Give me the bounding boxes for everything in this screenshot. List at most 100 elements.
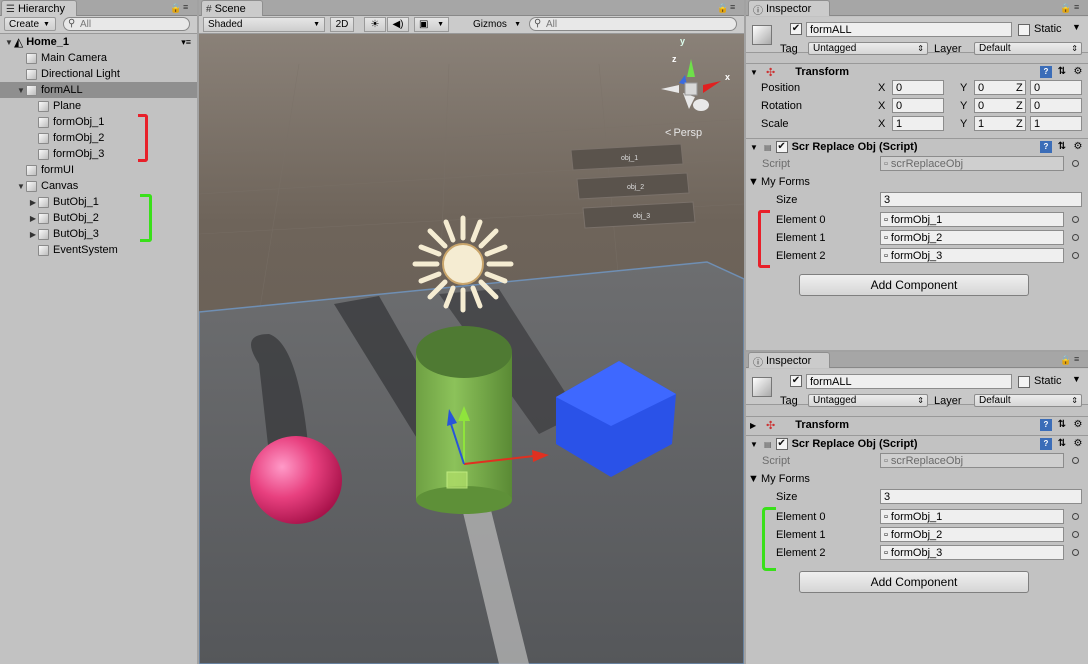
object-picker-icon[interactable] <box>1072 216 1079 223</box>
component-enabled-checkbox[interactable]: ✔ <box>775 438 788 450</box>
script-component-header[interactable]: ▼ ▤ ✔ Scr Replace Obj (Script) ? ⇅ ⚙ <box>746 138 1088 155</box>
preset-icon[interactable]: ⇅ <box>1056 66 1068 78</box>
transform-z-input[interactable]: 0 <box>1030 98 1082 113</box>
element-object-field[interactable]: ▫ formObj_2 <box>880 230 1064 245</box>
chevron-down-icon[interactable]: ▼ <box>1072 374 1081 384</box>
script-component-header[interactable]: ▼ ▤ ✔ Scr Replace Obj (Script) ? ⇅ ⚙ <box>746 435 1088 452</box>
expand-arrow-icon[interactable]: ▼ <box>750 143 760 152</box>
scene-viewport[interactable]: obj_1 obj_2 obj_3 y z x < Persp <box>199 34 744 664</box>
audio-toggle[interactable]: ◀) <box>387 17 409 32</box>
element-object-field[interactable]: ▫ formObj_1 <box>880 509 1064 524</box>
object-picker-icon[interactable] <box>1072 549 1079 556</box>
panel-menu-icon[interactable]: ≡ <box>183 2 188 12</box>
hierarchy-item[interactable]: ▶ ButObj_1 <box>0 194 197 210</box>
hierarchy-item[interactable]: ▶ ButObj_3 <box>0 226 197 242</box>
expand-arrow-icon[interactable]: ▼ <box>748 473 759 485</box>
preset-icon[interactable]: ⇅ <box>1056 438 1068 450</box>
add-component-button[interactable]: Add Component <box>799 274 1029 296</box>
object-picker-icon[interactable] <box>1072 160 1079 167</box>
expand-arrow-icon[interactable]: ▼ <box>748 176 759 188</box>
active-checkbox[interactable]: ✔ <box>790 375 802 387</box>
expand-arrow-icon[interactable]: ▼ <box>750 68 760 77</box>
shading-mode-dropdown[interactable]: Shaded ▼ <box>203 17 325 32</box>
object-picker-icon[interactable] <box>1072 531 1079 538</box>
inspector-tab[interactable]: ⓘ Inspector <box>748 0 830 17</box>
preset-icon[interactable]: ⇅ <box>1056 419 1068 431</box>
hierarchy-item[interactable]: formObj_2 <box>0 130 197 146</box>
transform-header[interactable]: ▶ ✣ Transform ? ⇅ ⚙ <box>746 416 1088 433</box>
pink-sphere[interactable] <box>250 436 342 524</box>
panel-menu-icon[interactable]: ≡ <box>730 2 735 12</box>
expand-arrow-icon[interactable]: ▼ <box>4 38 14 47</box>
transform-x-input[interactable]: 0 <box>892 98 944 113</box>
expand-arrow-icon[interactable]: ▶ <box>28 198 38 207</box>
expand-arrow-icon[interactable]: ▶ <box>28 214 38 223</box>
help-book-icon[interactable]: ? <box>1040 419 1052 431</box>
inspector-tab[interactable]: ⓘ Inspector <box>748 352 830 369</box>
transform-header[interactable]: ▼ ✣ Transform ? ⇅ ⚙ <box>746 63 1088 80</box>
expand-arrow-icon[interactable]: ▼ <box>16 182 26 191</box>
scene-tab[interactable]: # Scene <box>201 0 263 16</box>
hierarchy-item[interactable]: formUI <box>0 162 197 178</box>
hierarchy-item[interactable]: Plane <box>0 98 197 114</box>
lock-icon[interactable]: 🔒 <box>170 3 181 14</box>
mode-2d-toggle[interactable]: 2D <box>330 17 354 32</box>
gear-icon[interactable]: ⚙ <box>1072 66 1084 78</box>
layer-dropdown[interactable]: Default ⇕ <box>974 42 1082 55</box>
hierarchy-item[interactable]: formObj_1 <box>0 114 197 130</box>
scene-menu-icon[interactable]: ▾≡ <box>181 37 191 48</box>
add-component-button[interactable]: Add Component <box>799 571 1029 593</box>
scene-search-input[interactable]: ⚲ All <box>529 17 737 31</box>
hierarchy-item[interactable]: Directional Light <box>0 66 197 82</box>
script-field[interactable]: ▫ scrReplaceObj <box>880 453 1064 468</box>
lock-icon[interactable]: 🔒 <box>1060 355 1071 366</box>
lock-icon[interactable]: 🔒 <box>1060 3 1071 14</box>
hierarchy-item[interactable]: ▼ formALL <box>0 82 197 98</box>
script-field[interactable]: ▫ scrReplaceObj <box>880 156 1064 171</box>
directional-light-icon[interactable] <box>412 215 514 313</box>
lighting-toggle[interactable]: ☀ <box>364 17 386 32</box>
element-object-field[interactable]: ▫ formObj_3 <box>880 248 1064 263</box>
element-object-field[interactable]: ▫ formObj_2 <box>880 527 1064 542</box>
object-name-input[interactable]: formALL <box>806 22 1012 37</box>
transform-x-input[interactable]: 0 <box>892 80 944 95</box>
green-cylinder-top[interactable] <box>416 326 512 378</box>
static-checkbox[interactable] <box>1018 376 1030 388</box>
transform-x-input[interactable]: 1 <box>892 116 944 131</box>
gizmos-dropdown[interactable]: Gizmos ▼ <box>469 17 525 32</box>
object-picker-icon[interactable] <box>1072 252 1079 259</box>
orientation-gizmo[interactable] <box>661 59 721 111</box>
help-book-icon[interactable]: ? <box>1040 141 1052 153</box>
hierarchy-item[interactable]: EventSystem <box>0 242 197 258</box>
transform-z-input[interactable]: 1 <box>1030 116 1082 131</box>
gear-icon[interactable]: ⚙ <box>1072 438 1084 450</box>
element-object-field[interactable]: ▫ formObj_1 <box>880 212 1064 227</box>
scene-root-row[interactable]: ▼ ◭ Home_1 ▾≡ <box>0 34 197 50</box>
help-book-icon[interactable]: ? <box>1040 438 1052 450</box>
preset-icon[interactable]: ⇅ <box>1056 141 1068 153</box>
object-picker-icon[interactable] <box>1072 457 1079 464</box>
tag-dropdown[interactable]: Untagged ⇕ <box>808 394 928 407</box>
projection-toggle[interactable]: < Persp <box>665 127 702 139</box>
chevron-down-icon[interactable]: ▼ <box>1072 22 1081 32</box>
object-name-input[interactable]: formALL <box>806 374 1012 389</box>
gear-icon[interactable]: ⚙ <box>1072 419 1084 431</box>
expand-arrow-icon[interactable]: ▶ <box>28 230 38 239</box>
object-picker-icon[interactable] <box>1072 513 1079 520</box>
hierarchy-tab[interactable]: ☰ Hierarchy <box>1 0 77 16</box>
component-enabled-checkbox[interactable]: ✔ <box>775 141 788 153</box>
lock-icon[interactable]: 🔒 <box>717 3 728 14</box>
hierarchy-item[interactable]: Main Camera <box>0 50 197 66</box>
object-picker-icon[interactable] <box>1072 234 1079 241</box>
panel-menu-icon[interactable]: ≡ <box>1074 354 1079 364</box>
size-input[interactable]: 3 <box>880 192 1082 207</box>
hierarchy-item[interactable]: formObj_3 <box>0 146 197 162</box>
expand-arrow-icon[interactable]: ▼ <box>16 86 26 95</box>
active-checkbox[interactable]: ✔ <box>790 23 802 35</box>
effects-dropdown[interactable]: ▣ ▼ <box>414 17 449 32</box>
element-object-field[interactable]: ▫ formObj_3 <box>880 545 1064 560</box>
panel-menu-icon[interactable]: ≡ <box>1074 2 1079 12</box>
transform-z-input[interactable]: 0 <box>1030 80 1082 95</box>
hierarchy-item[interactable]: ▼ Canvas <box>0 178 197 194</box>
hierarchy-search-input[interactable]: ⚲ All <box>63 17 190 31</box>
